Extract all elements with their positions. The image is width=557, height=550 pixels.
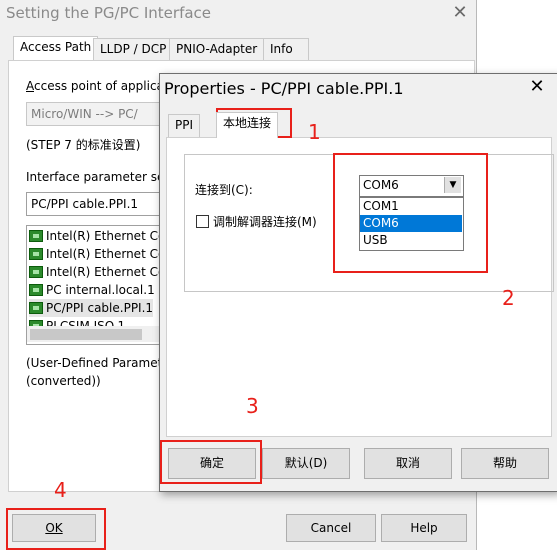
modem-connection-label: 调制解调器连接(M) bbox=[213, 215, 317, 229]
scrollbar-thumb[interactable] bbox=[30, 329, 142, 340]
modem-connection-checkbox[interactable] bbox=[196, 215, 209, 228]
props-help-button[interactable]: 帮助 bbox=[461, 448, 549, 479]
list-item-selected[interactable]: PC/PPI cable.PPI.1 bbox=[29, 299, 154, 317]
main-close-icon[interactable]: ✕ bbox=[449, 2, 471, 24]
cancel-button[interactable]: Cancel bbox=[286, 514, 376, 542]
tab-info[interactable]: Info bbox=[263, 38, 309, 60]
annotation-number-1: 1 bbox=[308, 120, 321, 144]
annotation-number-3: 3 bbox=[246, 394, 259, 418]
user-defined-line1: (User-Defined Paramet bbox=[26, 356, 163, 370]
network-adapter-icon bbox=[29, 302, 43, 314]
network-adapter-icon bbox=[29, 248, 43, 260]
list-item[interactable]: Intel(R) Ethernet Co bbox=[29, 245, 165, 263]
list-item-label: PC/PPI cable.PPI.1 bbox=[46, 301, 154, 315]
props-default-button[interactable]: 默认(D) bbox=[262, 448, 350, 479]
network-adapter-icon bbox=[29, 284, 43, 296]
interface-label: Interface parameter set bbox=[26, 170, 170, 184]
tab-pnio-adapter[interactable]: PNIO-Adapter bbox=[169, 38, 265, 60]
access-point-label: Access point of applica bbox=[26, 79, 164, 93]
annotation-box-3 bbox=[160, 440, 262, 484]
list-item[interactable]: Intel(R) Ethernet Co bbox=[29, 227, 165, 245]
annotation-number-4: 4 bbox=[54, 478, 67, 502]
properties-dialog-title: Properties - PC/PPI cable.PPI.1 bbox=[164, 79, 404, 98]
main-dialog-title: Setting the PG/PC Interface bbox=[6, 4, 212, 22]
network-adapter-icon bbox=[29, 230, 43, 242]
tab-lldp-dcp[interactable]: LLDP / DCP bbox=[93, 38, 174, 60]
connect-to-label: 连接到(C): bbox=[195, 183, 253, 197]
list-item[interactable]: Intel(R) Ethernet Co bbox=[29, 263, 165, 281]
interface-field[interactable]: PC/PPI cable.PPI.1 bbox=[26, 192, 170, 216]
annotation-box-4 bbox=[6, 508, 106, 550]
list-item-label: Intel(R) Ethernet Co bbox=[46, 247, 166, 261]
list-item-label: Intel(R) Ethernet Co bbox=[46, 265, 166, 279]
tab-local-connection[interactable]: 本地连接 bbox=[216, 112, 279, 138]
properties-close-icon[interactable]: ✕ bbox=[526, 76, 548, 98]
tab-access-path[interactable]: Access Path bbox=[13, 36, 99, 61]
props-cancel-button[interactable]: 取消 bbox=[364, 448, 452, 479]
user-defined-line2: (converted)) bbox=[26, 374, 101, 388]
list-item[interactable]: PC internal.local.1 bbox=[29, 281, 155, 299]
access-point-field[interactable]: Micro/WIN --> PC/ bbox=[26, 102, 170, 126]
list-item-label: Intel(R) Ethernet Co bbox=[46, 229, 166, 243]
tab-ppi[interactable]: PPI bbox=[168, 114, 201, 137]
annotation-box-2 bbox=[333, 153, 488, 273]
list-item-label: PC internal.local.1 bbox=[46, 283, 155, 297]
network-adapter-icon bbox=[29, 266, 43, 278]
help-button[interactable]: Help bbox=[381, 514, 467, 542]
access-point-note: (STEP 7 的标准设置) bbox=[26, 138, 141, 152]
annotation-number-2: 2 bbox=[502, 286, 515, 310]
